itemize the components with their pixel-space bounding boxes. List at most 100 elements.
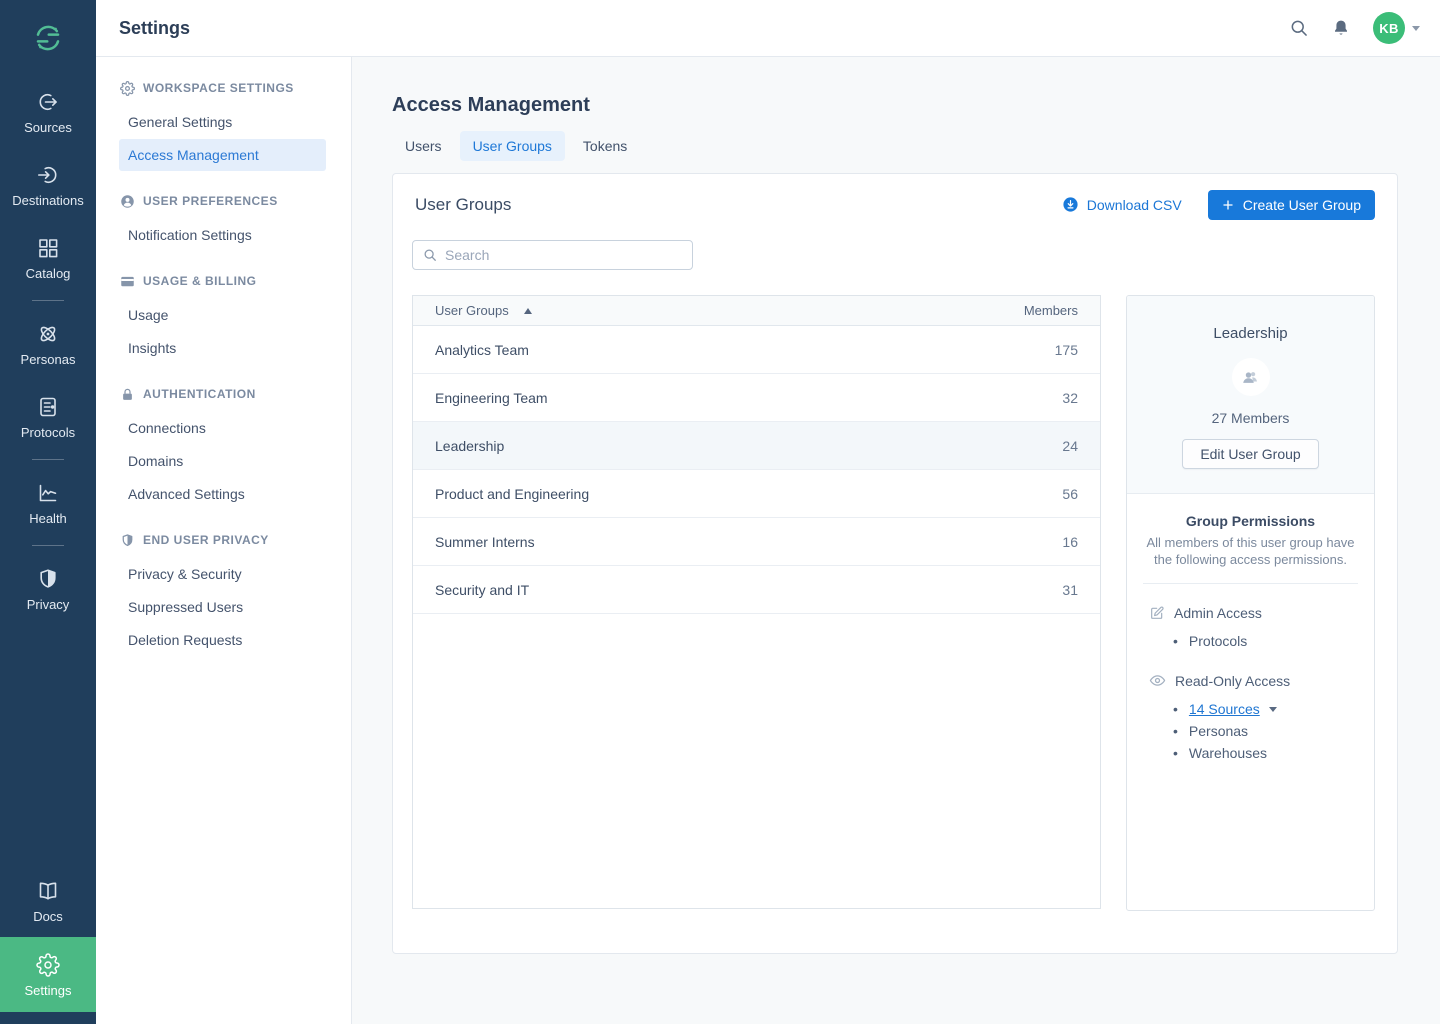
table-row[interactable]: Product and Engineering 56 (413, 470, 1100, 518)
table-row[interactable]: Engineering Team 32 (413, 374, 1100, 422)
sources-count-link[interactable]: 14 Sources (1189, 698, 1260, 720)
sidebar-item-label: Docs (33, 909, 63, 924)
group-avatar (1232, 358, 1270, 396)
nav-section-header: WORKSPACE SETTINGS (96, 71, 351, 105)
nav-section-workspace: WORKSPACE SETTINGS General Settings Acce… (96, 71, 351, 171)
admin-access-items: Protocols (1143, 630, 1358, 652)
protocols-icon (36, 395, 60, 419)
shield-icon (120, 533, 135, 548)
edit-icon (1149, 605, 1165, 621)
body-row: WORKSPACE SETTINGS General Settings Acce… (96, 57, 1440, 1024)
personas-icon (36, 322, 60, 346)
sidebar-item-label: Privacy (27, 597, 70, 612)
sidebar-item-docs[interactable]: Docs (0, 864, 96, 937)
nav-item-insights[interactable]: Insights (119, 332, 326, 364)
user-menu[interactable]: KB (1373, 12, 1420, 44)
group-member-count: 27 Members (1147, 410, 1354, 426)
gear-icon (120, 81, 135, 96)
card-body: User Groups Members Analytics Team 175 (393, 235, 1397, 911)
sidebar-item-protocols[interactable]: Protocols (0, 380, 96, 453)
nav-item-domains[interactable]: Domains (119, 445, 326, 477)
table-row[interactable]: Analytics Team 175 (413, 326, 1100, 374)
group-name: Analytics Team (435, 342, 1055, 358)
avatar[interactable]: KB (1373, 12, 1405, 44)
table-row-selected[interactable]: Leadership 24 (413, 422, 1100, 470)
user-groups-card: User Groups Download CSV (392, 173, 1398, 954)
nav-section-header: USAGE & BILLING (96, 264, 351, 298)
nav-item-usage[interactable]: Usage (119, 299, 326, 331)
sidebar-item-label: Personas (21, 352, 76, 367)
group-detail-summary: Leadership (1127, 296, 1374, 494)
edit-user-group-button[interactable]: Edit User Group (1182, 439, 1318, 469)
nav-item-deletion-requests[interactable]: Deletion Requests (119, 624, 326, 656)
plus-icon (1222, 199, 1234, 211)
sidebar-item-sources[interactable]: Sources (0, 75, 96, 148)
sidebar-item-label: Catalog (26, 266, 71, 281)
table-row[interactable]: Summer Interns 16 (413, 518, 1100, 566)
search-input[interactable] (445, 247, 682, 263)
sort-ascending-icon[interactable] (524, 308, 532, 314)
primary-sidebar: Sources Destinations Catalog Personas (0, 0, 96, 1024)
tab-tokens[interactable]: Tokens (570, 131, 640, 161)
nav-item-connections[interactable]: Connections (119, 412, 326, 444)
tab-user-groups[interactable]: User Groups (460, 131, 565, 161)
nav-section-header: END USER PRIVACY (96, 523, 351, 557)
sidebar-item-destinations[interactable]: Destinations (0, 148, 96, 221)
group-name: Engineering Team (435, 390, 1062, 406)
top-bar: Settings KB (96, 0, 1440, 57)
sidebar-item-privacy[interactable]: Privacy (0, 552, 96, 625)
nav-section-authentication: AUTHENTICATION Connections Domains Advan… (96, 377, 351, 510)
nav-section-end-user-privacy: END USER PRIVACY Privacy & Security Supp… (96, 523, 351, 656)
settings-nav: WORKSPACE SETTINGS General Settings Acce… (96, 57, 352, 1024)
group-name: Security and IT (435, 582, 1062, 598)
group-name: Summer Interns (435, 534, 1062, 550)
docs-icon (36, 879, 60, 903)
group-members-count: 32 (1062, 390, 1078, 406)
column-header-members[interactable]: Members (1024, 303, 1078, 318)
nav-section-user-preferences: USER PREFERENCES Notification Settings (96, 184, 351, 251)
readonly-access-item: Warehouses (1143, 742, 1358, 764)
group-detail-title: Leadership (1147, 325, 1354, 342)
nav-item-access-management[interactable]: Access Management (119, 139, 326, 171)
nav-item-privacy-security[interactable]: Privacy & Security (119, 558, 326, 590)
chevron-down-icon[interactable] (1269, 707, 1277, 712)
group-detail-panel: Leadership (1126, 295, 1375, 911)
segment-logo[interactable] (0, 0, 96, 75)
create-user-group-button[interactable]: Create User Group (1208, 190, 1375, 220)
nav-section-header: AUTHENTICATION (96, 377, 351, 411)
sidebar-item-label: Sources (24, 120, 72, 135)
group-members-count: 56 (1062, 486, 1078, 502)
gear-icon (36, 953, 60, 977)
sidebar-item-label: Protocols (21, 425, 75, 440)
admin-access-label: Admin Access (1174, 605, 1262, 621)
rail-divider (32, 545, 64, 546)
nav-section-label: USAGE & BILLING (143, 274, 257, 288)
rail-divider (32, 300, 64, 301)
search-icon[interactable] (1289, 18, 1309, 38)
download-csv-label: Download CSV (1087, 197, 1182, 213)
destinations-icon (36, 163, 60, 187)
nav-item-advanced-settings[interactable]: Advanced Settings (119, 478, 326, 510)
permission-item-label: Personas (1189, 720, 1248, 742)
nav-item-suppressed-users[interactable]: Suppressed Users (119, 591, 326, 623)
sidebar-item-health[interactable]: Health (0, 466, 96, 539)
group-name: Leadership (435, 438, 1062, 454)
download-csv-link[interactable]: Download CSV (1062, 196, 1182, 213)
column-header-user-groups[interactable]: User Groups (435, 303, 1024, 318)
column-header-label: User Groups (435, 303, 509, 318)
nav-item-general-settings[interactable]: General Settings (119, 106, 326, 138)
nav-item-notification-settings[interactable]: Notification Settings (119, 219, 326, 251)
group-permissions: Group Permissions All members of this us… (1127, 494, 1374, 803)
table-row[interactable]: Security and IT 31 (413, 566, 1100, 614)
group-members-count: 16 (1062, 534, 1078, 550)
sidebar-item-personas[interactable]: Personas (0, 307, 96, 380)
sidebar-item-settings[interactable]: Settings (0, 937, 96, 1012)
sidebar-item-label: Settings (25, 983, 72, 998)
tab-users[interactable]: Users (392, 131, 455, 161)
sidebar-item-catalog[interactable]: Catalog (0, 221, 96, 294)
search-box (412, 240, 693, 270)
group-members-count: 31 (1062, 582, 1078, 598)
catalog-icon (36, 236, 60, 260)
health-icon (36, 481, 60, 505)
notifications-bell-icon[interactable] (1331, 18, 1351, 38)
